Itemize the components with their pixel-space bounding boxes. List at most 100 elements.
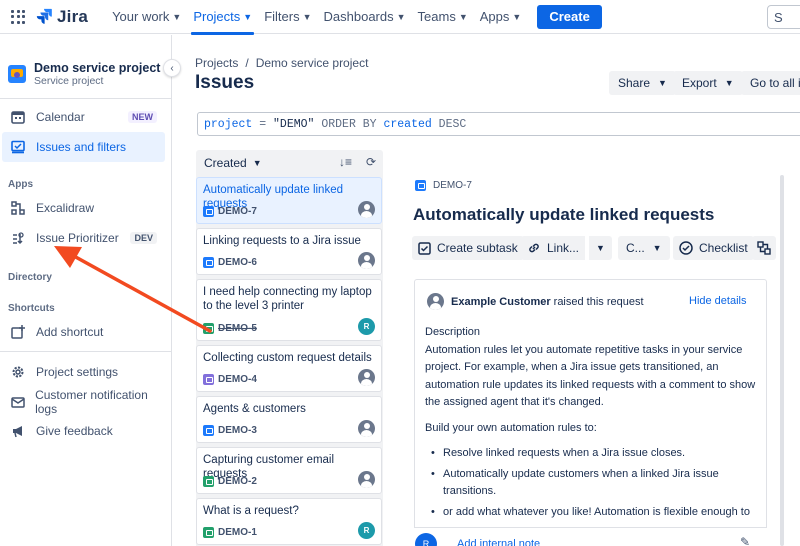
button-label: Create subtask <box>437 241 518 255</box>
add-internal-note-link[interactable]: Add internal note <box>457 538 540 546</box>
create-subtask-button[interactable]: Create subtask <box>412 236 524 260</box>
request-type-icon <box>415 180 426 191</box>
calendar-icon <box>10 109 26 125</box>
issue-card[interactable]: Collecting custom request details DEMO-4 <box>196 345 382 392</box>
sidebar-item-issue-prioritizer[interactable]: Issue Prioritizer DEV <box>2 223 165 253</box>
chevron-down-icon: ▼ <box>302 11 312 22</box>
request-header: Example Customer raised this request <box>427 293 644 310</box>
sidebar-item-label: Calendar <box>36 110 85 124</box>
edit-icon[interactable]: ✎ <box>740 535 750 546</box>
add-shortcut-icon <box>10 324 26 340</box>
sidebar-item-notification-logs[interactable]: Customer notification logs <box>2 387 165 417</box>
button-label: Link... <box>547 241 580 255</box>
raised-text: raised this request <box>553 295 644 308</box>
nav-filters[interactable]: Filters ▼ <box>258 0 317 34</box>
requester-avatar <box>427 293 444 310</box>
requester-name[interactable]: Example Customer <box>451 296 551 308</box>
issue-card[interactable]: Capturing customer email requests DEMO-2 <box>196 447 382 494</box>
sidebar-item-label: Excalidraw <box>36 201 95 215</box>
link-dropdown-button[interactable]: ▼ <box>588 236 612 260</box>
collapse-sidebar-button[interactable]: ‹ <box>163 59 181 77</box>
sidebar-item-issues-and-filters[interactable]: Issues and filters <box>2 132 165 162</box>
go-to-all-issues-button[interactable]: Go to all is <box>741 71 800 95</box>
request-type-icon <box>203 476 214 487</box>
chevron-down-icon: ▼ <box>458 11 468 22</box>
nav-dashboards[interactable]: Dashboards ▼ <box>318 0 412 34</box>
directory-heading[interactable]: Directory <box>8 272 52 283</box>
breadcrumb: Projects / Demo service project <box>195 56 368 70</box>
issue-key-text: DEMO-2 <box>218 476 257 487</box>
project-avatar <box>8 65 26 83</box>
jql-order-direction: DESC <box>431 117 467 131</box>
issue-card[interactable]: What is a request? DEMO-1 R <box>196 498 382 545</box>
more-actions-button[interactable]: C... ▼ <box>618 236 670 260</box>
chevron-down-icon: ▼ <box>172 11 182 22</box>
sidebar-item-label: Issues and filters <box>36 140 127 154</box>
share-button[interactable]: Share ▼ <box>609 71 676 95</box>
hide-details-link[interactable]: Hide details <box>689 295 746 307</box>
breadcrumb-project[interactable]: Demo service project <box>256 56 369 70</box>
request-type-icon <box>203 425 214 436</box>
detail-title[interactable]: Automatically update linked requests <box>413 205 714 225</box>
new-badge: NEW <box>128 111 157 123</box>
description: Description Automation rules let you aut… <box>425 324 758 524</box>
subtask-icon <box>418 241 431 255</box>
detail-issue-key[interactable]: DEMO-7 <box>415 180 472 191</box>
jql-field: project <box>204 117 253 131</box>
search-placeholder: S <box>774 9 783 25</box>
chevron-down-icon: ▼ <box>396 11 406 22</box>
detail-scrollbar[interactable] <box>780 175 784 546</box>
issue-title: I need help connecting my laptop to the … <box>203 286 372 312</box>
link-issue-button[interactable]: Link... <box>521 236 586 260</box>
sidebar-item-add-shortcut[interactable]: Add shortcut <box>2 317 165 347</box>
description-list: Resolve linked requests when a Jira issu… <box>425 445 758 521</box>
issue-card[interactable]: Automatically update linked requests DEM… <box>196 177 382 224</box>
prioritizer-icon <box>10 230 26 246</box>
chevron-down-icon: ▼ <box>652 243 662 253</box>
checklist-button[interactable]: Checklist <box>673 236 754 260</box>
create-button[interactable]: Create <box>537 4 602 29</box>
nav-label: Apps <box>479 9 510 24</box>
search-input[interactable]: S <box>767 5 800 29</box>
issue-card[interactable]: I need help connecting my laptop to the … <box>196 279 382 341</box>
nav-your-work[interactable]: Your work ▼ <box>106 0 187 34</box>
nav-projects[interactable]: Projects ▼ <box>187 0 258 35</box>
export-button[interactable]: Export ▼ <box>673 71 743 95</box>
project-type: Service project <box>34 75 104 87</box>
jql-query-input[interactable]: project = "DEMO" ORDER BY created DESC <box>197 112 800 136</box>
list-item: Resolve linked requests when a Jira issu… <box>425 445 758 463</box>
chevron-down-icon: ▼ <box>243 11 253 22</box>
refresh-icon[interactable]: ⟳ <box>366 155 376 169</box>
sort-order-icon[interactable]: ↓≡ <box>339 155 352 169</box>
issue-key: DEMO-3 <box>203 425 257 436</box>
sort-dropdown[interactable]: Created ▼ <box>204 156 262 170</box>
button-label: Checklist <box>699 241 748 255</box>
breadcrumb-projects[interactable]: Projects <box>195 56 238 70</box>
nav-label: Projects <box>193 9 241 24</box>
request-type-icon <box>203 257 214 268</box>
sort-label: Created <box>204 156 247 170</box>
app-switcher-icon[interactable] <box>11 9 25 24</box>
sidebar-item-give-feedback[interactable]: Give feedback <box>2 416 165 446</box>
assignee-avatar: R <box>358 318 375 335</box>
sidebar-item-project-settings[interactable]: Project settings <box>2 357 165 387</box>
issue-key-text: DEMO-7 <box>218 206 257 217</box>
jira-logo[interactable]: Jira <box>35 7 88 27</box>
issue-card[interactable]: Linking requests to a Jira issue DEMO-6 <box>196 228 382 275</box>
nav-teams[interactable]: Teams ▼ <box>412 0 474 34</box>
sidebar-item-calendar[interactable]: Calendar NEW <box>2 102 165 132</box>
assignee-avatar <box>358 471 375 488</box>
issue-key: DEMO-5 <box>203 323 257 334</box>
issue-key-text: DEMO-3 <box>218 425 257 436</box>
chevron-down-icon: ▼ <box>252 158 262 168</box>
issue-card[interactable]: Agents & customers DEMO-3 <box>196 396 382 443</box>
issue-key: DEMO-2 <box>203 476 257 487</box>
assignee-avatar: R <box>358 522 375 539</box>
issues-icon <box>10 139 26 155</box>
nav-apps[interactable]: Apps ▼ <box>474 0 528 34</box>
project-header[interactable]: Demo service project Service project <box>8 61 160 88</box>
button-label: Share <box>618 76 651 90</box>
sidebar-item-excalidraw[interactable]: Excalidraw <box>2 193 165 223</box>
assignee-avatar <box>358 252 375 269</box>
hierarchy-button[interactable] <box>752 236 776 260</box>
